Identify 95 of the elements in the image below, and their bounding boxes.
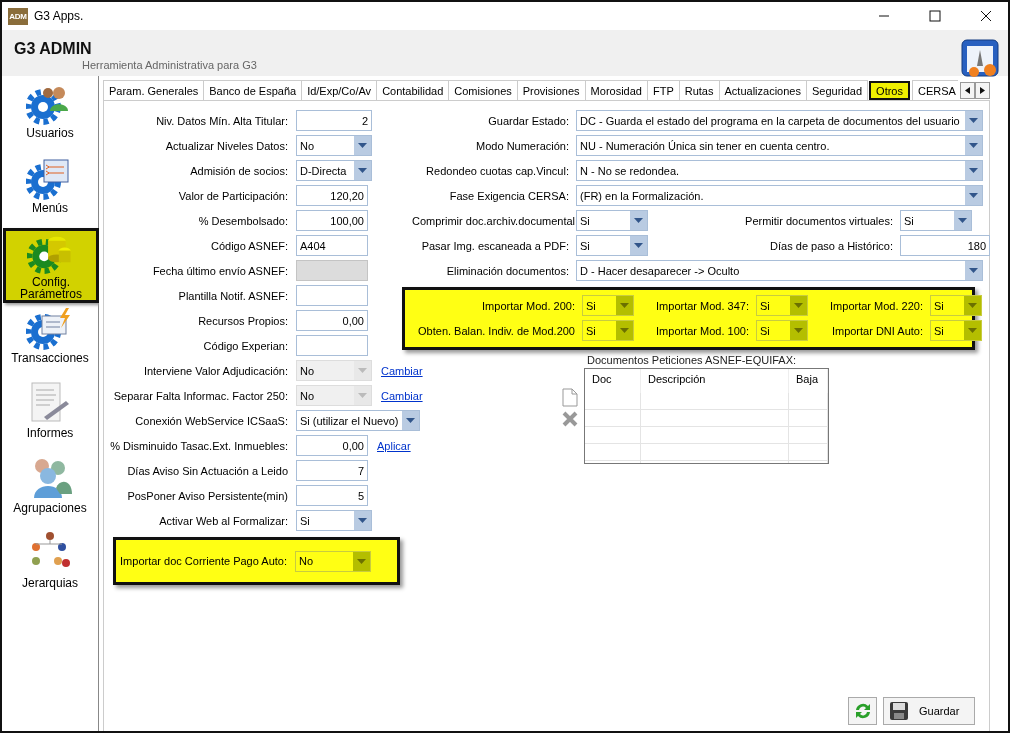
field-label: % Desembolsado: (197, 214, 289, 227)
field-label: Importar Mod. 100: (655, 324, 750, 337)
dropdown[interactable]: Si (576, 235, 648, 256)
input-field[interactable]: A404 (296, 235, 368, 256)
input-field[interactable]: 120,20 (296, 185, 368, 206)
field-label: Guardar Estado: (487, 114, 570, 127)
field-label: Fecha último envío ASNEF: (151, 264, 289, 277)
new-document-icon[interactable] (562, 388, 578, 407)
field-label: Redondeo cuotas cap.Vincul: (425, 164, 570, 177)
dropdown[interactable]: No (295, 550, 371, 572)
dropdown[interactable]: Si (930, 295, 982, 316)
input-field[interactable]: 100,00 (296, 210, 368, 231)
dropdown[interactable]: Si (582, 320, 634, 341)
field-label: Código Experian: (202, 339, 289, 352)
field-label: Admisión de socios: (189, 164, 289, 177)
grid-title: Documentos Peticiones ASNEF-EQUIFAX: (587, 354, 798, 366)
dropdown[interactable]: D-Directa (296, 160, 372, 181)
close-icon (979, 10, 992, 22)
field-label: Recursos Propios: (197, 314, 289, 327)
field-label: Importar doc Corriente Pago Auto: (119, 555, 288, 567)
delete-icon[interactable] (562, 411, 578, 427)
dropdown[interactable]: Si (utilizar el Nuevo) (296, 410, 421, 431)
app-icon: ADM (8, 7, 28, 25)
tab[interactable]: Banco de España (203, 80, 303, 100)
sidebar-item[interactable]: Jerarquias (2, 528, 98, 603)
field-label: % Disminuido Tasac.Ext. Inmuebles: (109, 439, 289, 452)
field-label: Importar Mod. 220: (829, 299, 924, 312)
dropdown[interactable]: Si (756, 320, 808, 341)
field-label: Importar Mod. 200: (481, 299, 576, 312)
field-label: Interviene Valor Adjudicación: (142, 364, 289, 377)
dropdown[interactable]: DC - Guarda el estado del programa en la carpeta de documentos del usuario (576, 110, 983, 131)
column-header: Baja (789, 369, 828, 393)
field-label: Activar Web al Formalizar: (158, 514, 289, 527)
field-label: Días de paso a Histórico: (769, 239, 894, 252)
scroll-right-button[interactable] (975, 82, 990, 99)
input-field[interactable] (296, 335, 368, 356)
input-field[interactable] (296, 285, 368, 306)
dropdown[interactable]: Si (582, 295, 634, 316)
dropdown[interactable]: N - No se redondea. (576, 160, 983, 181)
sidebar-item[interactable]: Informes (2, 378, 98, 453)
field-label: Importar DNI Auto: (830, 324, 924, 337)
app-title: G3 ADMIN (14, 40, 93, 58)
window-title: G3 Apps. (34, 9, 85, 23)
field-label: Código ASNEF: (209, 239, 289, 252)
sidebar-item[interactable]: Transacciones (2, 303, 98, 378)
field-label: Obten. Balan. Indiv. de Mod.200 (417, 324, 576, 337)
dropdown[interactable]: Si (576, 210, 648, 231)
link[interactable]: Aplicar (377, 439, 411, 452)
field-label: Actualizar Niveles Datos: (164, 139, 289, 152)
dropdown[interactable]: NU - Numeración Única sin tener en cuenta centro. (576, 135, 983, 156)
field-label: Separar Falta Informac. Factor 250: (112, 389, 289, 402)
dropdown[interactable]: Si (296, 510, 372, 531)
right-arrow-icon (980, 87, 985, 94)
field-label: Comprimir doc.archiv.documental: (412, 214, 576, 227)
input-field[interactable]: 180 (900, 235, 990, 256)
refresh-button[interactable] (848, 697, 877, 725)
field-label: Importar Mod. 347: (655, 299, 750, 312)
field-label: Valor de Participación: (177, 189, 289, 202)
dropdown[interactable]: No (296, 135, 372, 156)
left-arrow-icon (965, 87, 970, 94)
app-subtitle: Herramienta Administrativa para G3 (82, 59, 258, 71)
field-label: Plantilla Notif. ASNEF: (177, 289, 289, 302)
dropdown[interactable]: Si (900, 210, 972, 231)
input-field[interactable]: 0,00 (296, 310, 368, 331)
save-button[interactable]: Guardar (883, 697, 975, 725)
input-field[interactable]: 5 (296, 485, 368, 506)
tab[interactable]: Seguridad (805, 80, 869, 100)
tab[interactable]: Otros (869, 81, 910, 100)
field-label: Eliminación documentos: (445, 264, 570, 277)
field-label: Días Aviso Sin Actuación a Leido (126, 464, 289, 477)
column-header: Doc (585, 369, 641, 393)
input-field[interactable]: 2 (296, 110, 372, 131)
input-field[interactable]: 7 (296, 460, 368, 481)
maximize-icon (928, 10, 941, 22)
tab[interactable]: Param. Generales (103, 80, 205, 100)
field-label: PosPoner Aviso Persistente(min) (126, 489, 289, 502)
dropdown[interactable]: Si (756, 295, 808, 316)
tab[interactable]: CERSA (912, 80, 958, 100)
dropdown[interactable]: D - Hacer desaparecer -> Oculto (576, 260, 983, 281)
sidebar-item[interactable]: Menús (2, 153, 98, 228)
field-label: Niv. Datos Mín. Alta Titular: (155, 114, 289, 127)
field-label: Conexión WebService ICSaaS: (134, 414, 289, 427)
field-label: Permitir documentos virtuales: (744, 214, 894, 227)
field-label: Modo Numeración: (475, 139, 570, 152)
column-header: Descripción (641, 369, 789, 393)
dropdown[interactable]: (FR) en la Formalización. (576, 185, 983, 206)
tab[interactable]: Id/Exp/Co/Av (301, 80, 378, 100)
sidebar-item[interactable]: Agrupaciones (2, 453, 98, 528)
input-field[interactable]: 0,00 (296, 435, 368, 456)
scroll-left-button[interactable] (960, 82, 975, 99)
dropdown[interactable]: Si (930, 320, 982, 341)
sidebar-item[interactable]: Usuarios (2, 78, 98, 153)
sidebar-item[interactable]: Config. Parámetros (3, 228, 99, 303)
field-label: Pasar Img. escaneada a PDF: (420, 239, 570, 252)
field-label: Fase Exigencia CERSA: (448, 189, 570, 202)
